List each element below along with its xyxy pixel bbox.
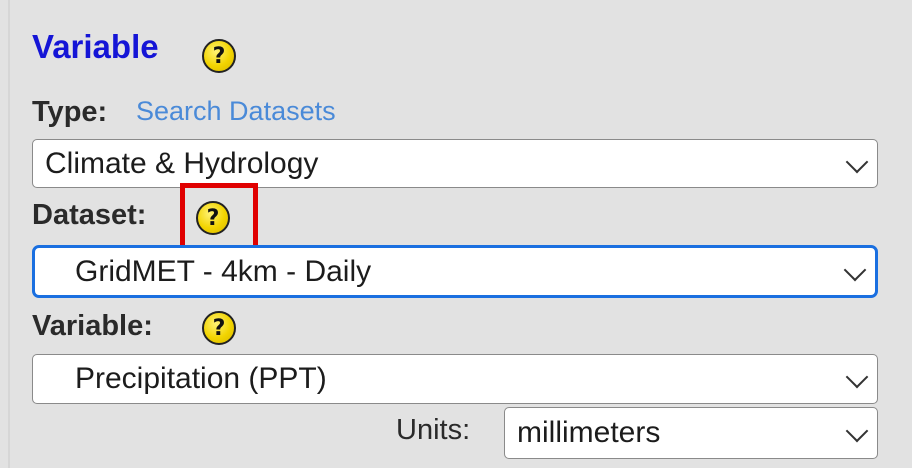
units-select-value: millimeters bbox=[517, 416, 661, 449]
highlight-box bbox=[180, 183, 258, 251]
variable-section-help-icon[interactable]: ? bbox=[202, 39, 236, 73]
chevron-down-icon bbox=[845, 150, 869, 173]
variable-select-value: Precipitation (PPT) bbox=[75, 362, 327, 395]
variable-label: Variable: bbox=[32, 310, 153, 342]
units-select[interactable]: millimeters bbox=[504, 407, 878, 459]
variable-help-icon[interactable]: ? bbox=[202, 311, 236, 345]
type-select-value: Climate & Hydrology bbox=[45, 146, 319, 180]
section-title: Variable bbox=[32, 28, 159, 65]
chevron-down-icon bbox=[843, 258, 867, 281]
dataset-label: Dataset: bbox=[32, 199, 147, 231]
chevron-down-icon bbox=[845, 365, 869, 389]
search-datasets-link[interactable]: Search Datasets bbox=[136, 96, 336, 127]
type-label: Type: bbox=[32, 96, 108, 128]
dataset-select[interactable]: GridMET - 4km - Daily bbox=[32, 245, 878, 298]
dataset-select-value: GridMET - 4km - Daily bbox=[75, 254, 372, 288]
units-label: Units: bbox=[396, 414, 471, 446]
type-select[interactable]: Climate & Hydrology bbox=[32, 139, 878, 188]
chevron-down-icon bbox=[845, 419, 869, 443]
variable-select[interactable]: Precipitation (PPT) bbox=[32, 354, 878, 404]
